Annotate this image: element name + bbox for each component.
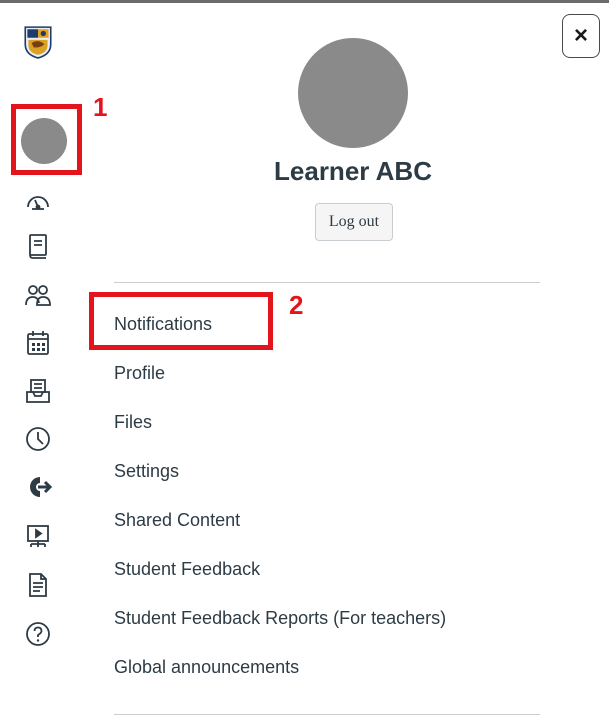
menu-item-global-announcements[interactable]: Global announcements (114, 643, 554, 692)
logout-button[interactable]: Log out (315, 203, 393, 241)
top-border (0, 0, 609, 3)
menu-item-student-feedback[interactable]: Student Feedback (114, 545, 554, 594)
help-icon[interactable] (21, 617, 55, 651)
divider-top (114, 282, 540, 283)
commons-icon[interactable] (21, 470, 55, 504)
menu-item-files[interactable]: Files (114, 398, 554, 447)
groups-icon[interactable] (21, 278, 55, 312)
university-crest-logo[interactable] (21, 25, 55, 59)
inbox-icon[interactable] (21, 374, 55, 408)
document-icon[interactable] (21, 568, 55, 602)
menu-item-student-feedback-reports[interactable]: Student Feedback Reports (For teachers) (114, 594, 554, 643)
profile-avatar (298, 38, 408, 148)
callout-box-1 (11, 104, 82, 175)
menu-item-notifications[interactable]: Notifications (114, 300, 554, 349)
menu-item-settings[interactable]: Settings (114, 447, 554, 496)
courses-icon[interactable] (21, 229, 55, 263)
crest-icon (24, 26, 52, 59)
menu-item-profile[interactable]: Profile (114, 349, 554, 398)
history-icon[interactable] (21, 422, 55, 456)
studio-icon[interactable] (21, 520, 55, 554)
divider-bottom (114, 714, 540, 715)
calendar-icon[interactable] (21, 326, 55, 360)
callout-number-1: 1 (93, 92, 108, 122)
account-menu: Notifications Profile Files Settings Sha… (114, 300, 554, 692)
menu-item-shared-content[interactable]: Shared Content (114, 496, 554, 545)
user-name: Learner ABC (274, 156, 432, 186)
dashboard-icon[interactable] (21, 184, 55, 218)
close-tray-button[interactable]: × (562, 14, 600, 58)
